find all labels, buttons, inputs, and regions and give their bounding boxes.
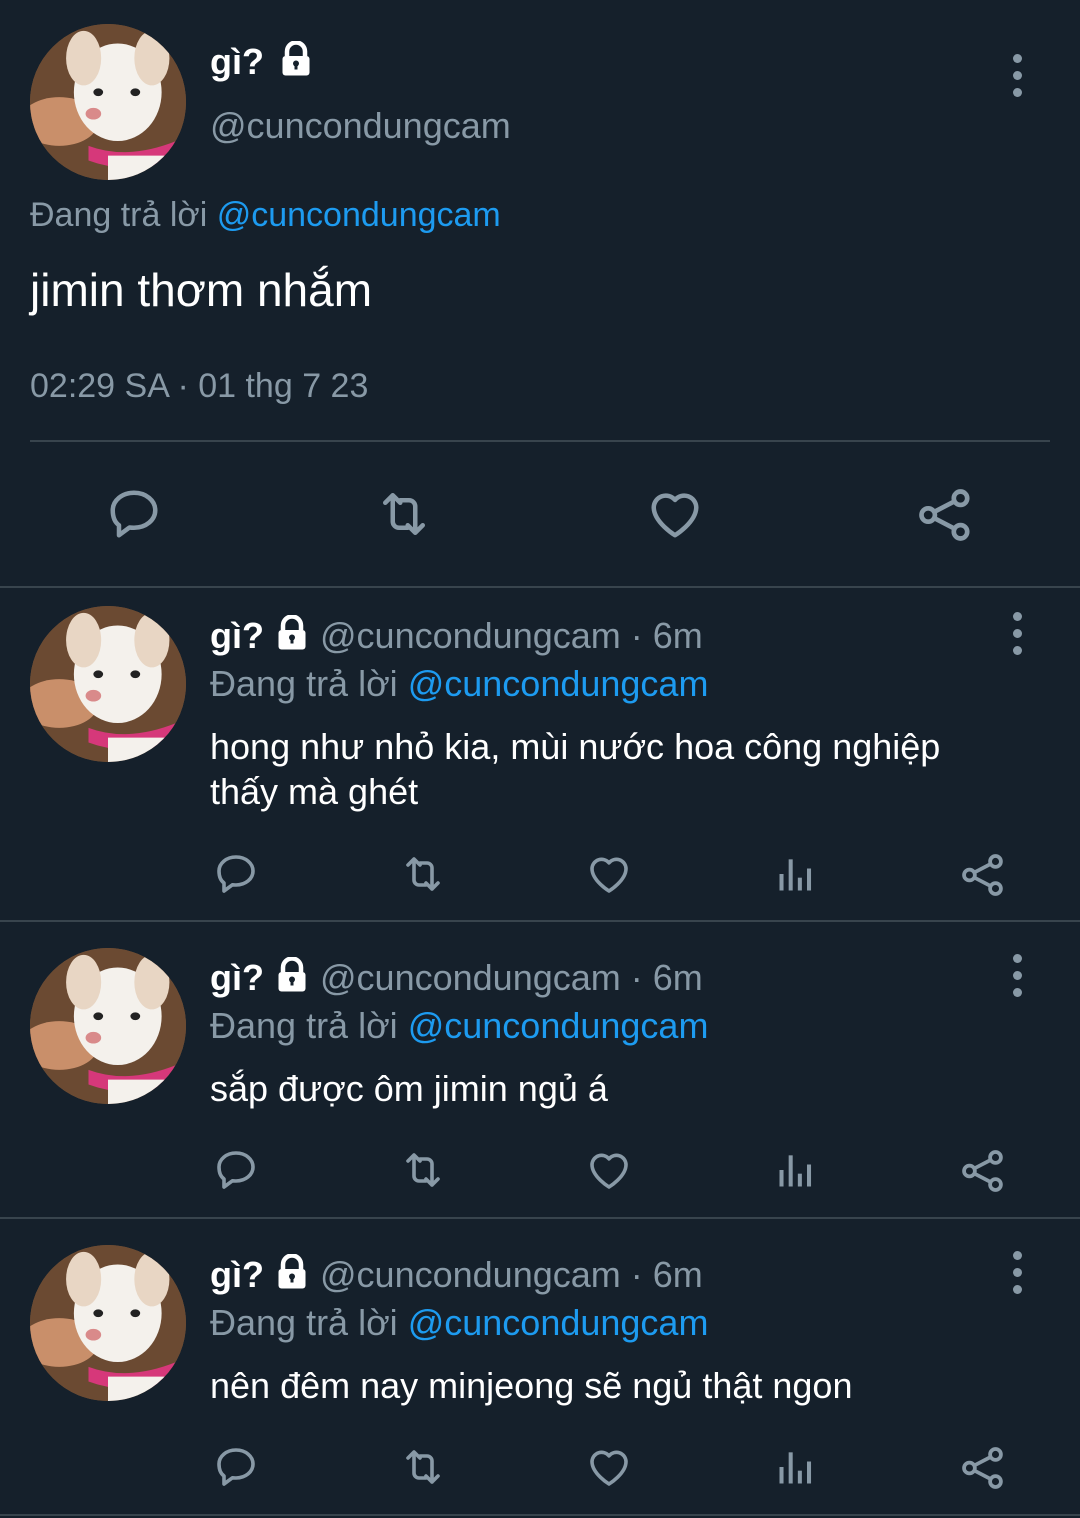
- replying-to-link[interactable]: @cuncondungcam: [408, 1005, 709, 1046]
- avatar[interactable]: [30, 948, 186, 1104]
- tweet-time: · 6m: [630, 957, 703, 998]
- more-vertical-icon[interactable]: [997, 1242, 1037, 1302]
- reply-icon[interactable]: [104, 484, 164, 544]
- display-name[interactable]: gì?: [210, 1254, 264, 1295]
- heart-icon[interactable]: [584, 1146, 634, 1194]
- divider: [0, 920, 1080, 922]
- author-handle[interactable]: @cuncondungcam: [320, 957, 621, 998]
- tweet-text: sắp được ôm jimin ngủ á: [210, 1068, 608, 1109]
- more-vertical-icon[interactable]: [997, 945, 1037, 1005]
- replying-to-link[interactable]: @cuncondungcam: [217, 196, 501, 234]
- replying-to: Đang trả lời @cuncondungcam: [30, 193, 501, 237]
- tweet-text: jimin thơm nhắm: [30, 264, 373, 316]
- tweet-time: · 6m: [630, 615, 703, 656]
- more-vertical-icon[interactable]: [997, 603, 1037, 663]
- tweet-text: thấy mà ghét: [210, 771, 419, 812]
- display-name[interactable]: gì?: [210, 41, 264, 82]
- share-icon[interactable]: [958, 1443, 1008, 1493]
- divider: [0, 586, 1080, 588]
- display-name[interactable]: gì?: [210, 957, 264, 998]
- reply-icon[interactable]: [212, 1146, 260, 1194]
- lock-icon: [278, 41, 314, 87]
- author-row: gì? @cuncondungcam · 6m: [210, 956, 703, 1003]
- retweet-icon[interactable]: [397, 1146, 449, 1194]
- replying-to: Đang trả lời @cuncondungcam: [210, 662, 708, 706]
- views-icon[interactable]: [773, 852, 819, 896]
- more-vertical-icon[interactable]: [997, 45, 1037, 105]
- divider: [0, 1217, 1080, 1219]
- replying-prefix: Đang trả lời: [210, 1005, 398, 1046]
- share-icon[interactable]: [914, 484, 976, 546]
- replying-prefix: Đang trả lời: [30, 196, 208, 234]
- replying-to: Đang trả lời @cuncondungcam: [210, 1301, 708, 1345]
- replying-prefix: Đang trả lời: [210, 663, 398, 704]
- tweet-text: nên đêm nay minjeong sẽ ngủ thật ngon: [210, 1365, 853, 1406]
- replying-prefix: Đang trả lời: [210, 1302, 398, 1343]
- views-icon[interactable]: [773, 1445, 819, 1489]
- tweet-text: hong như nhỏ kia, mùi nước hoa công nghi…: [210, 726, 941, 767]
- replying-to-link[interactable]: @cuncondungcam: [408, 1302, 709, 1343]
- retweet-icon[interactable]: [397, 850, 449, 898]
- author-row: gì? @cuncondungcam · 6m: [210, 614, 703, 661]
- replying-to: Đang trả lời @cuncondungcam: [210, 1004, 708, 1048]
- tweet-time: · 6m: [630, 1254, 703, 1295]
- author-name-row: gì?: [210, 40, 314, 87]
- retweet-icon[interactable]: [397, 1443, 449, 1491]
- avatar[interactable]: [30, 24, 186, 180]
- retweet-icon[interactable]: [372, 484, 436, 544]
- display-name[interactable]: gì?: [210, 615, 264, 656]
- tweet-timestamp: 02:29 SA · 01 thg 7 23: [30, 367, 369, 405]
- divider: [30, 440, 1050, 442]
- views-icon[interactable]: [773, 1148, 819, 1192]
- author-row: gì? @cuncondungcam · 6m: [210, 1253, 703, 1300]
- replying-to-link[interactable]: @cuncondungcam: [408, 663, 709, 704]
- heart-icon[interactable]: [584, 1443, 634, 1491]
- avatar[interactable]: [30, 1245, 186, 1401]
- heart-icon[interactable]: [584, 850, 634, 898]
- lock-icon: [274, 1254, 310, 1300]
- avatar[interactable]: [30, 606, 186, 762]
- author-handle[interactable]: @cuncondungcam: [210, 104, 511, 148]
- author-handle[interactable]: @cuncondungcam: [320, 615, 621, 656]
- divider: [0, 1514, 1080, 1516]
- heart-icon[interactable]: [644, 484, 706, 544]
- lock-icon: [274, 957, 310, 1003]
- share-icon[interactable]: [958, 1146, 1008, 1196]
- reply-icon[interactable]: [212, 850, 260, 898]
- reply-icon[interactable]: [212, 1443, 260, 1491]
- author-handle[interactable]: @cuncondungcam: [320, 1254, 621, 1295]
- lock-icon: [274, 615, 310, 661]
- share-icon[interactable]: [958, 850, 1008, 900]
